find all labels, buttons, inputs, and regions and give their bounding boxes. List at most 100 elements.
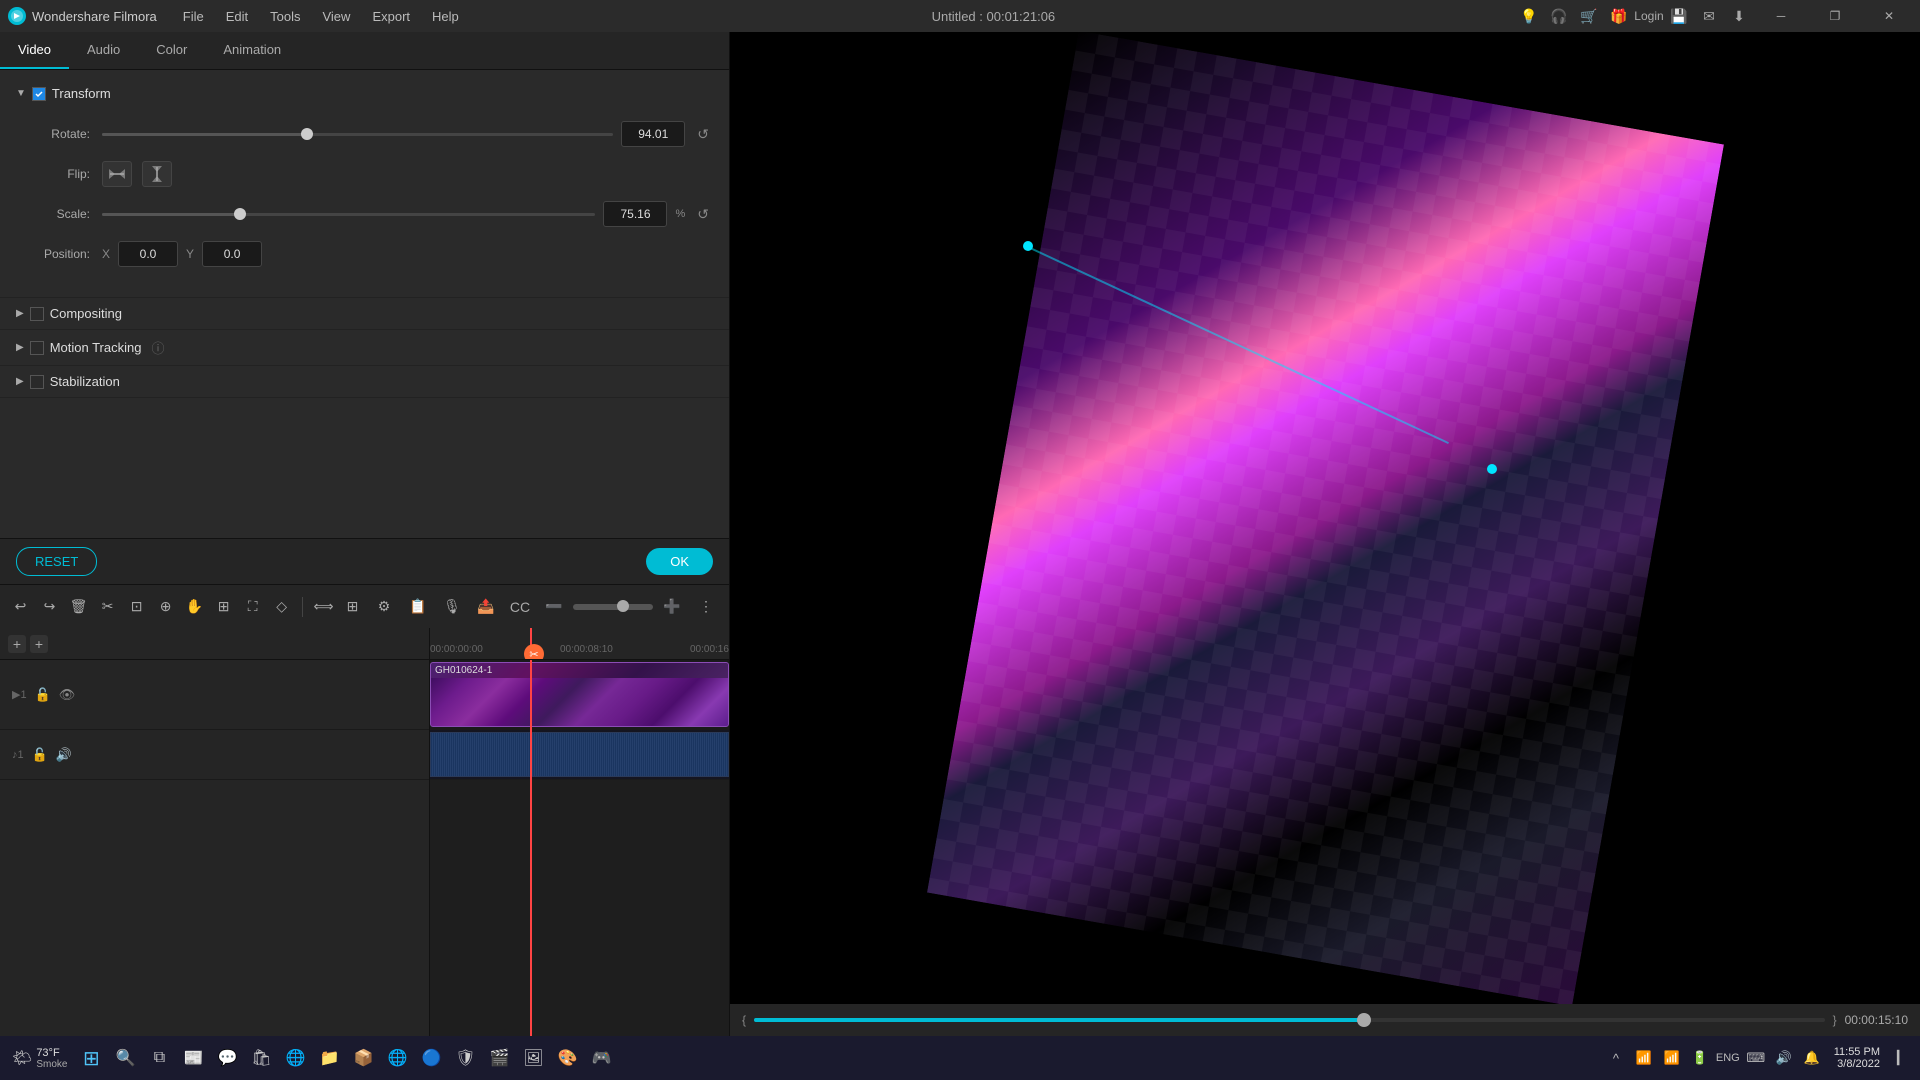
rotate-reset-icon[interactable]: ↺ <box>697 126 709 143</box>
teams-icon[interactable]: 💬 <box>211 1042 243 1074</box>
compositing-header[interactable]: ▶ Compositing <box>0 298 729 329</box>
progress-track[interactable] <box>754 1018 1825 1022</box>
rotate-value[interactable]: 94.01 <box>621 121 685 147</box>
position-x-input[interactable]: 0.0 <box>118 241 178 267</box>
position-y-input[interactable]: 0.0 <box>202 241 262 267</box>
gift-icon[interactable]: 🎁 <box>1608 5 1630 27</box>
ime-icon[interactable]: ENG <box>1716 1052 1740 1064</box>
video-clip-1[interactable]: GH010624-1 <box>430 662 729 727</box>
headphones-icon[interactable]: 🎧 <box>1548 5 1570 27</box>
split-button[interactable]: ⊞ <box>211 592 236 622</box>
stabilization-checkbox[interactable] <box>30 375 44 389</box>
motion-tracking-help-icon[interactable]: ⓘ <box>151 338 164 357</box>
hand-tool[interactable]: ✋ <box>182 592 207 622</box>
tab-color[interactable]: Color <box>138 32 205 69</box>
hidden-icons-button[interactable]: ^ <box>1604 1046 1628 1070</box>
menu-tools[interactable]: Tools <box>260 7 310 26</box>
zoom-minus-icon[interactable]: ➖ <box>539 592 569 622</box>
speaker-taskbar-icon[interactable]: 🔊 <box>1772 1046 1796 1070</box>
motion-tracking-checkbox[interactable] <box>30 341 44 355</box>
audio-clip-1[interactable] <box>430 732 729 777</box>
tab-animation[interactable]: Animation <box>205 32 299 69</box>
progress-thumb[interactable] <box>1357 1013 1371 1027</box>
download-icon[interactable]: ⬇ <box>1728 5 1750 27</box>
zoom-slider[interactable] <box>573 604 653 610</box>
menu-edit[interactable]: Edit <box>216 7 258 26</box>
multicam-button[interactable]: ⊞ <box>340 592 365 622</box>
shape-button[interactable]: ◇ <box>269 592 294 622</box>
show-desktop-button[interactable]: ▎ <box>1890 1046 1914 1070</box>
notification-icon[interactable]: 🔔 <box>1800 1046 1824 1070</box>
redo-button[interactable]: ↪ <box>37 592 62 622</box>
search-taskbar-icon[interactable]: 🔍 <box>109 1042 141 1074</box>
undo-button[interactable]: ↩ <box>8 592 33 622</box>
transform-header[interactable]: ▼ Transform <box>0 78 729 109</box>
game-icon[interactable]: 🎮 <box>585 1042 617 1074</box>
battery-taskbar-icon[interactable]: 🔋 <box>1688 1046 1712 1070</box>
delete-button[interactable]: 🗑 <box>66 592 91 622</box>
mic-icon[interactable]: 🎙 <box>437 592 467 622</box>
audio-track-1-volume-icon[interactable]: 🔊 <box>56 747 72 763</box>
maximize-button[interactable]: ❐ <box>1812 0 1858 32</box>
login-btn[interactable]: Login <box>1638 5 1660 27</box>
taskbar-weather[interactable]: 🌤 73°F Smoke <box>6 1042 73 1074</box>
edge-icon[interactable]: 🌐 <box>279 1042 311 1074</box>
video-track-1-lock-icon[interactable]: 🔓 <box>35 687 51 703</box>
save-icon[interactable]: 💾 <box>1668 5 1690 27</box>
volume-taskbar-icon[interactable]: 📶 <box>1632 1046 1656 1070</box>
settings-icon[interactable]: ⚙ <box>369 592 399 622</box>
cut-button[interactable]: ✂ <box>95 592 120 622</box>
ok-button[interactable]: OK <box>646 548 713 575</box>
clip-icon[interactable]: 📋 <box>403 592 433 622</box>
zoom-plus-icon[interactable]: ➕ <box>657 592 687 622</box>
compositing-checkbox[interactable] <box>30 307 44 321</box>
fullscreen-button[interactable]: ⛶ <box>240 592 265 622</box>
add-video-track[interactable]: + <box>8 635 26 653</box>
widgets-icon[interactable]: 📰 <box>177 1042 209 1074</box>
menu-help[interactable]: Help <box>422 7 469 26</box>
motion-tracking-header[interactable]: ▶ Motion Tracking ⓘ <box>0 330 729 365</box>
edge2-icon[interactable]: 🔵 <box>415 1042 447 1074</box>
scale-slider[interactable] <box>102 213 595 216</box>
clock[interactable]: 11:55 PM 3/8/2022 <box>1828 1046 1886 1070</box>
stabilization-header[interactable]: ▶ Stabilization <box>0 366 729 397</box>
audio-track-1-lock-icon[interactable]: 🔓 <box>32 747 48 763</box>
tab-audio[interactable]: Audio <box>69 32 138 69</box>
transform-checkbox[interactable] <box>32 87 46 101</box>
start-button[interactable]: ⊞ <box>75 1042 107 1074</box>
scale-value[interactable]: 75.16 <box>603 201 667 227</box>
mail-icon[interactable]: ✉ <box>1698 5 1720 27</box>
menu-export[interactable]: Export <box>362 7 420 26</box>
video-track-1-visibility-icon[interactable]: 👁 <box>59 687 76 703</box>
filmora-taskbar-icon[interactable]: 🎬 <box>483 1042 515 1074</box>
more-icon[interactable]: ⋮ <box>691 592 721 622</box>
export-icon[interactable]: 📤 <box>471 592 501 622</box>
wifi-taskbar-icon[interactable]: 📶 <box>1660 1046 1684 1070</box>
add-audio-track[interactable]: + <box>30 635 48 653</box>
crop-button[interactable]: ⊡ <box>124 592 149 622</box>
scale-reset-icon[interactable]: ↺ <box>697 206 709 223</box>
rotate-slider[interactable] <box>102 133 613 136</box>
lightbulb-icon[interactable]: 💡 <box>1518 5 1540 27</box>
store-icon[interactable]: 🛍 <box>245 1042 277 1074</box>
taskview-icon[interactable]: ⧉ <box>143 1042 175 1074</box>
menu-view[interactable]: View <box>312 7 360 26</box>
minimize-button[interactable]: ─ <box>1758 0 1804 32</box>
antivirus-icon[interactable]: 🛡 <box>449 1042 481 1074</box>
zoom-in-button[interactable]: ⊕ <box>153 592 178 622</box>
reset-button[interactable]: RESET <box>16 547 97 576</box>
flip-vertical-button[interactable] <box>142 161 172 187</box>
keyboard-icon[interactable]: ⌨ <box>1744 1046 1768 1070</box>
flip-horizontal-button[interactable] <box>102 161 132 187</box>
chrome-icon[interactable]: 🌐 <box>381 1042 413 1074</box>
photos-icon[interactable]: 🖼 <box>517 1042 549 1074</box>
dropbox-icon[interactable]: 📦 <box>347 1042 379 1074</box>
menu-file[interactable]: File <box>173 7 214 26</box>
transform-point-tr[interactable] <box>1487 464 1497 474</box>
cart-icon[interactable]: 🛒 <box>1578 5 1600 27</box>
close-button[interactable]: ✕ <box>1866 0 1912 32</box>
cc-icon[interactable]: CC <box>505 592 535 622</box>
align-button[interactable]: ⟺ <box>311 592 336 622</box>
tab-video[interactable]: Video <box>0 32 69 69</box>
paint-icon[interactable]: 🎨 <box>551 1042 583 1074</box>
